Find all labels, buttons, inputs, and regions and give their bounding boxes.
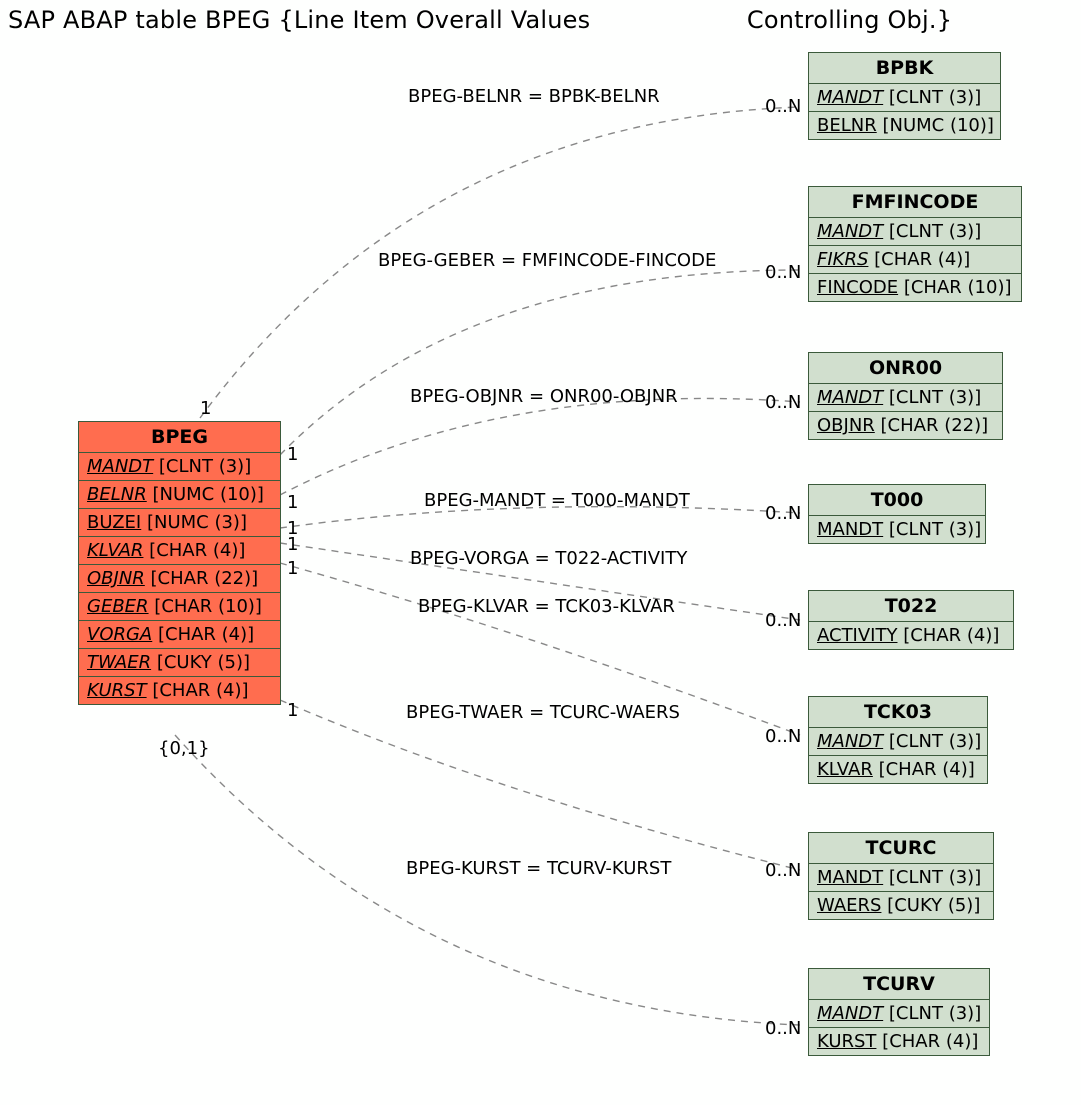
field-row: MANDT [CLNT (3)]	[809, 384, 1002, 412]
field-row: MANDT [CLNT (3)]	[809, 84, 1000, 112]
field-row: MANDT [CLNT (3)]	[809, 516, 985, 543]
field-row: MANDT [CLNT (3)]	[809, 1000, 989, 1028]
cardinality-src: 1	[287, 444, 298, 465]
cardinality-dst: 0..N	[765, 392, 801, 413]
cardinality-dst: 0..N	[765, 96, 801, 117]
cardinality-dst: 0..N	[765, 726, 801, 747]
relation-label: BPEG-BELNR = BPBK-BELNR	[408, 86, 660, 107]
cardinality-src: 1	[200, 398, 211, 419]
cardinality-dst: 0..N	[765, 610, 801, 631]
cardinality-dst: 0..N	[765, 860, 801, 881]
field-row: KLVAR [CHAR (4)]	[809, 756, 987, 783]
entity-header: T022	[809, 591, 1013, 622]
entity-header: FMFINCODE	[809, 187, 1021, 218]
entity-header: BPBK	[809, 53, 1000, 84]
field-row: BELNR [NUMC (10)]	[809, 112, 1000, 139]
entity-t022: T022 ACTIVITY [CHAR (4)]	[808, 590, 1014, 650]
cardinality-src: 1	[287, 700, 298, 721]
cardinality-src: 1	[287, 558, 298, 579]
field-row: ACTIVITY [CHAR (4)]	[809, 622, 1013, 649]
entity-bpeg: BPEG MANDT [CLNT (3)] BELNR [NUMC (10)] …	[78, 421, 281, 705]
field-row: MANDT [CLNT (3)]	[809, 218, 1021, 246]
entity-tcurc: TCURC MANDT [CLNT (3)] WAERS [CUKY (5)]	[808, 832, 994, 920]
field-row: GEBER [CHAR (10)]	[79, 593, 280, 621]
field-row: OBJNR [CHAR (22)]	[79, 565, 280, 593]
entity-fmfincode: FMFINCODE MANDT [CLNT (3)] FIKRS [CHAR (…	[808, 186, 1022, 302]
entity-bpeg-note: {0,1}	[158, 738, 210, 759]
entity-header: TCK03	[809, 697, 987, 728]
entity-tck03: TCK03 MANDT [CLNT (3)] KLVAR [CHAR (4)]	[808, 696, 988, 784]
field-row: WAERS [CUKY (5)]	[809, 892, 993, 919]
cardinality-dst-tcurv: 0..N	[765, 1018, 801, 1039]
field-row: FINCODE [CHAR (10)]	[809, 274, 1021, 301]
field-row: MANDT [CLNT (3)]	[79, 453, 280, 481]
relation-label: BPEG-KURST = TCURV-KURST	[406, 858, 671, 879]
diagram-title: SAP ABAP table BPEG {Line Item Overall V…	[0, 6, 1081, 34]
field-row: VORGA [CHAR (4)]	[79, 621, 280, 649]
entity-header: TCURV	[809, 969, 989, 1000]
entity-header: T000	[809, 485, 985, 516]
field-row: BUZEI [NUMC (3)]	[79, 509, 280, 537]
entity-onr00: ONR00 MANDT [CLNT (3)] OBJNR [CHAR (22)]	[808, 352, 1003, 440]
relation-label: BPEG-KLVAR = TCK03-KLVAR	[418, 596, 675, 617]
entity-t000: T000 MANDT [CLNT (3)]	[808, 484, 986, 544]
relation-label: BPEG-VORGA = T022-ACTIVITY	[410, 548, 687, 569]
entity-bpeg-header: BPEG	[79, 422, 280, 453]
relation-label: BPEG-TWAER = TCURC-WAERS	[406, 702, 680, 723]
entity-tcurv: TCURV MANDT [CLNT (3)] KURST [CHAR (4)]	[808, 968, 990, 1056]
cardinality-dst: 0..N	[765, 503, 801, 524]
diagram-canvas: SAP ABAP table BPEG {Line Item Overall V…	[0, 0, 1081, 1105]
relation-label: BPEG-MANDT = T000-MANDT	[424, 490, 690, 511]
field-row: MANDT [CLNT (3)]	[809, 864, 993, 892]
cardinality-src: 1	[287, 534, 298, 555]
field-row: TWAER [CUKY (5)]	[79, 649, 280, 677]
field-row: BELNR [NUMC (10)]	[79, 481, 280, 509]
relation-label: BPEG-GEBER = FMFINCODE-FINCODE	[378, 250, 716, 271]
field-row: MANDT [CLNT (3)]	[809, 728, 987, 756]
field-row: OBJNR [CHAR (22)]	[809, 412, 1002, 439]
field-row: KLVAR [CHAR (4)]	[79, 537, 280, 565]
entity-bpbk: BPBK MANDT [CLNT (3)] BELNR [NUMC (10)]	[808, 52, 1001, 140]
field-row: FIKRS [CHAR (4)]	[809, 246, 1021, 274]
entity-header: TCURC	[809, 833, 993, 864]
cardinality-src: 1	[287, 492, 298, 513]
relation-label: BPEG-OBJNR = ONR00-OBJNR	[410, 386, 678, 407]
field-row: KURST [CHAR (4)]	[79, 677, 280, 704]
entity-header: ONR00	[809, 353, 1002, 384]
cardinality-dst: 0..N	[765, 262, 801, 283]
field-row: KURST [CHAR (4)]	[809, 1028, 989, 1055]
